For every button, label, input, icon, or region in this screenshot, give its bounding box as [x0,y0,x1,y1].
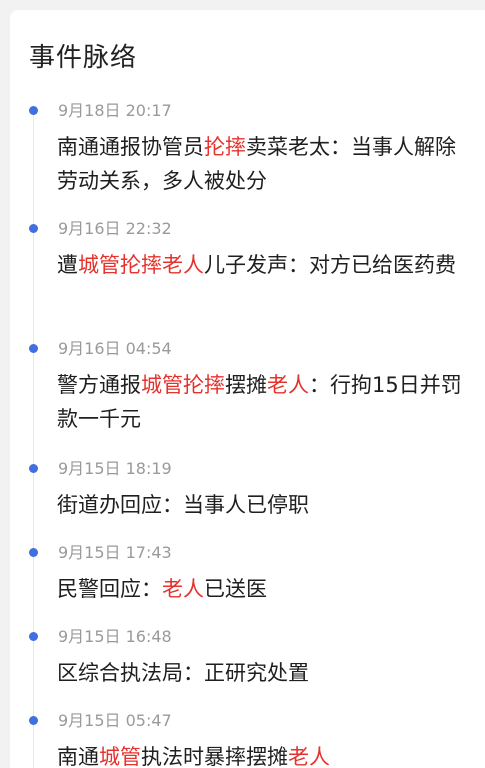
event-headline[interactable]: 遭城管抡摔老人儿子发声：对方已给医药费 [57,248,465,282]
headline-keyword: 城管抡摔 [141,373,225,397]
headline-keyword: 老人 [267,373,309,397]
headline-segment: 街道办回应：当事人已停职 [57,493,309,517]
headline-keyword: 城管 [99,745,141,768]
event-time: 9月15日 18:19 [58,459,172,478]
event-headline[interactable]: 民警回应：老人已送医 [57,572,465,606]
headline-segment: 南通 [57,745,99,768]
event-time: 9月18日 20:17 [58,101,172,120]
timeline-dot-icon [29,632,38,641]
timeline-dot-icon [29,344,38,353]
event-time: 9月16日 04:54 [58,339,172,358]
timeline-dot-icon [29,224,38,233]
headline-segment: 警方通报 [57,373,141,397]
timeline-line [33,112,34,768]
event-headline[interactable]: 街道办回应：当事人已停职 [57,488,465,522]
event-headline[interactable]: 南通通报协管员抡摔卖菜老太：当事人解除劳动关系，多人被处分 [57,130,465,198]
headline-segment: 儿子发声：对方已给医药费 [204,253,456,277]
timeline-dot-icon [29,106,38,115]
event-time: 9月16日 22:32 [58,219,172,238]
event-timeline-card: 事件脉络 9月18日 20:17 南通通报协管员抡摔卖菜老太：当事人解除劳动关系… [10,10,485,768]
headline-segment: 已送医 [204,577,267,601]
event-headline[interactable]: 区综合执法局：正研究处置 [57,656,465,690]
timeline-dot-icon [29,716,38,725]
headline-keyword: 城管抡摔老人 [78,253,204,277]
headline-keyword: 老人 [162,577,204,601]
headline-segment: 民警回应： [57,577,162,601]
headline-segment: 遭 [57,253,78,277]
headline-segment: 摆摊 [225,373,267,397]
section-title: 事件脉络 [29,43,138,73]
timeline-dot-icon [29,464,38,473]
headline-segment: 执法时暴摔摆摊 [141,745,288,768]
headline-segment: 南通通报协管员 [57,135,204,159]
event-time: 9月15日 17:43 [58,543,172,562]
event-time: 9月15日 16:48 [58,627,172,646]
headline-segment: 区综合执法局：正研究处置 [57,661,309,685]
headline-keyword: 抡摔 [204,135,246,159]
event-headline[interactable]: 南通城管执法时暴摔摆摊老人 [57,740,465,768]
event-time: 9月15日 05:47 [58,711,172,730]
headline-keyword: 老人 [288,745,330,768]
event-headline[interactable]: 警方通报城管抡摔摆摊老人：行拘15日并罚款一千元 [57,368,465,436]
timeline-dot-icon [29,548,38,557]
